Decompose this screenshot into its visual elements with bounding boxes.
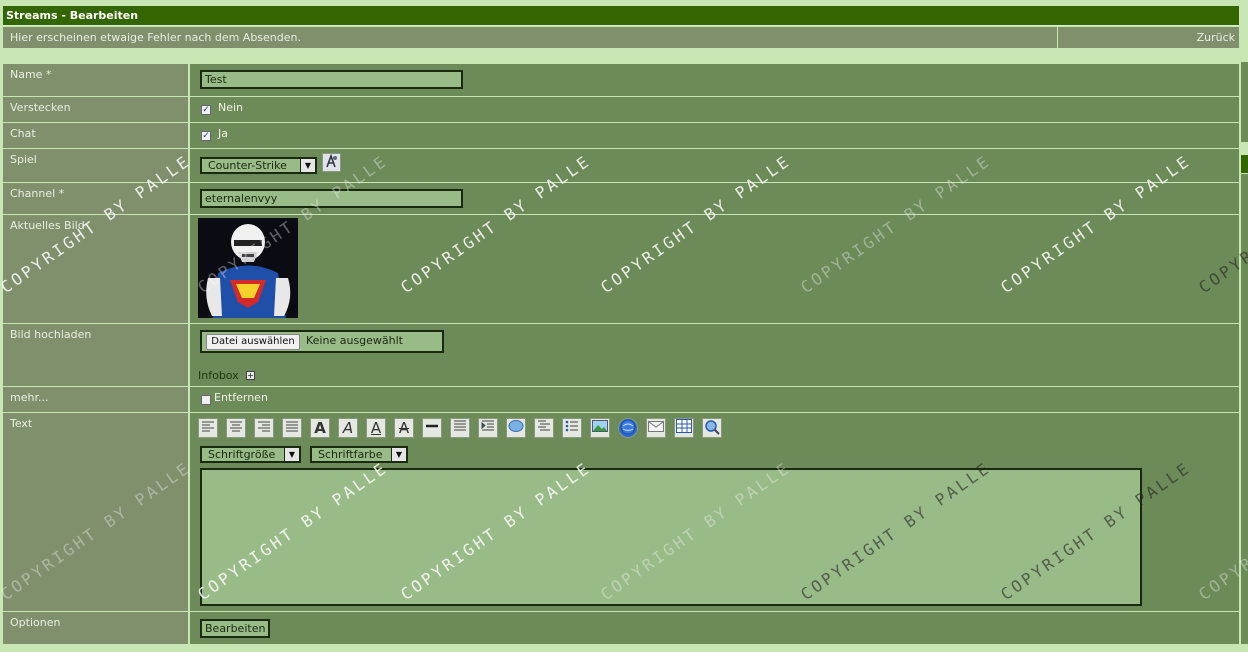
chat-cell: ✓ Ja xyxy=(189,123,1239,148)
name-label: Name * xyxy=(3,64,188,96)
game-cell: Counter-Strike ▼ xyxy=(189,149,1239,182)
more-label: mehr... xyxy=(3,387,188,412)
row-options: Optionen Bearbeiten xyxy=(3,611,1239,644)
row-channel: Channel * eternalenvyy xyxy=(3,182,1239,214)
channel-input[interactable]: eternalenvyy xyxy=(200,189,463,208)
align-justify-icon[interactable] xyxy=(282,418,302,438)
choose-file-button[interactable]: Datei auswählen xyxy=(206,334,300,350)
text-editor[interactable] xyxy=(200,468,1142,606)
file-input[interactable]: Datei auswählen Keine ausgewählt xyxy=(200,330,444,353)
chat-checkbox-label: Ja xyxy=(218,127,228,140)
hide-label: Verstecken xyxy=(3,97,188,122)
current-image-label: Aktuelles Bild xyxy=(3,215,188,323)
chevron-down-icon: ▼ xyxy=(284,448,299,461)
chevron-down-icon: ▼ xyxy=(300,159,315,172)
current-image-cell xyxy=(189,215,1239,323)
strikethrough-icon[interactable]: A xyxy=(394,418,414,438)
expand-icon[interactable]: + xyxy=(246,371,255,380)
text-cell: A A A A Schriftgröße ▼ Schriftfarbe ▼ xyxy=(189,413,1239,611)
row-game: Spiel Counter-Strike ▼ xyxy=(3,148,1239,182)
italic-icon[interactable]: A xyxy=(338,418,358,438)
stream-thumbnail xyxy=(198,218,298,318)
horizontal-rule-icon[interactable] xyxy=(422,418,442,438)
side-panel-header xyxy=(1241,155,1248,173)
email-icon[interactable] xyxy=(646,418,666,438)
file-status: Keine ausgewählt xyxy=(306,334,403,347)
hide-cell: ✓ Nein xyxy=(189,97,1239,122)
channel-label: Channel * xyxy=(3,183,188,214)
side-panel-body xyxy=(1241,174,1248,644)
options-cell: Bearbeiten xyxy=(189,612,1239,644)
channel-cell: eternalenvyy xyxy=(189,183,1239,214)
font-size-select[interactable]: Schriftgröße ▼ xyxy=(200,446,301,463)
chat-checkbox[interactable]: ✓ xyxy=(201,131,211,141)
row-name: Name * Test xyxy=(3,63,1239,96)
side-panel-edge xyxy=(1241,62,1248,142)
font-color-select-label: Schriftfarbe xyxy=(318,448,383,461)
hide-checkbox-label: Nein xyxy=(218,101,244,114)
submit-button[interactable]: Bearbeiten xyxy=(200,619,271,638)
font-color-select[interactable]: Schriftfarbe ▼ xyxy=(310,446,408,463)
name-input[interactable]: Test xyxy=(200,70,463,89)
underline-icon[interactable]: A xyxy=(366,418,386,438)
name-cell: Test xyxy=(189,64,1239,96)
align-left-icon[interactable] xyxy=(198,418,218,438)
page-title: Streams - Bearbeiten xyxy=(3,6,1239,26)
row-current-image: Aktuelles Bild xyxy=(3,214,1239,323)
row-hide: Verstecken ✓ Nein xyxy=(3,96,1239,122)
hide-checkbox[interactable]: ✓ xyxy=(201,105,211,115)
code-icon[interactable] xyxy=(534,418,554,438)
bold-icon[interactable]: A xyxy=(310,418,330,438)
row-more: mehr... Entfernen xyxy=(3,386,1239,412)
error-message: Hier erscheinen etwaige Fehler nach dem … xyxy=(10,31,302,44)
bullet-list-icon[interactable] xyxy=(562,418,582,438)
game-icon xyxy=(322,153,341,172)
list-icon[interactable] xyxy=(450,418,470,438)
row-text: Text A A A A Schriftgröße ▼ Schriftfarbe… xyxy=(3,412,1239,611)
quote-icon[interactable] xyxy=(506,418,526,438)
align-center-icon[interactable] xyxy=(226,418,246,438)
link-icon[interactable] xyxy=(618,418,638,438)
indent-icon[interactable] xyxy=(478,418,498,438)
remove-checkbox-label: Entfernen xyxy=(214,391,268,404)
search-icon[interactable] xyxy=(702,418,722,438)
font-size-select-label: Schriftgröße xyxy=(208,448,276,461)
back-link[interactable]: Zurück xyxy=(1057,27,1239,48)
game-label: Spiel xyxy=(3,149,188,182)
remove-checkbox[interactable] xyxy=(201,395,211,405)
chat-label: Chat xyxy=(3,123,188,148)
infobox-link[interactable]: Infobox xyxy=(198,369,239,382)
info-bar: Hier erscheinen etwaige Fehler nach dem … xyxy=(3,27,1239,48)
row-upload: Bild hochladen Datei auswählen Keine aus… xyxy=(3,323,1239,386)
chevron-down-icon: ▼ xyxy=(391,448,406,461)
upload-label: Bild hochladen xyxy=(3,324,188,386)
align-right-icon[interactable] xyxy=(254,418,274,438)
table-icon[interactable] xyxy=(674,418,694,438)
more-cell: Entfernen xyxy=(189,387,1239,412)
upload-cell: Datei auswählen Keine ausgewählt Infobox… xyxy=(189,324,1239,386)
game-select-value: Counter-Strike xyxy=(208,159,287,172)
row-chat: Chat ✓ Ja xyxy=(3,122,1239,148)
options-label: Optionen xyxy=(3,612,188,644)
image-icon[interactable] xyxy=(590,418,610,438)
text-label: Text xyxy=(3,413,188,611)
game-select[interactable]: Counter-Strike ▼ xyxy=(200,157,317,174)
